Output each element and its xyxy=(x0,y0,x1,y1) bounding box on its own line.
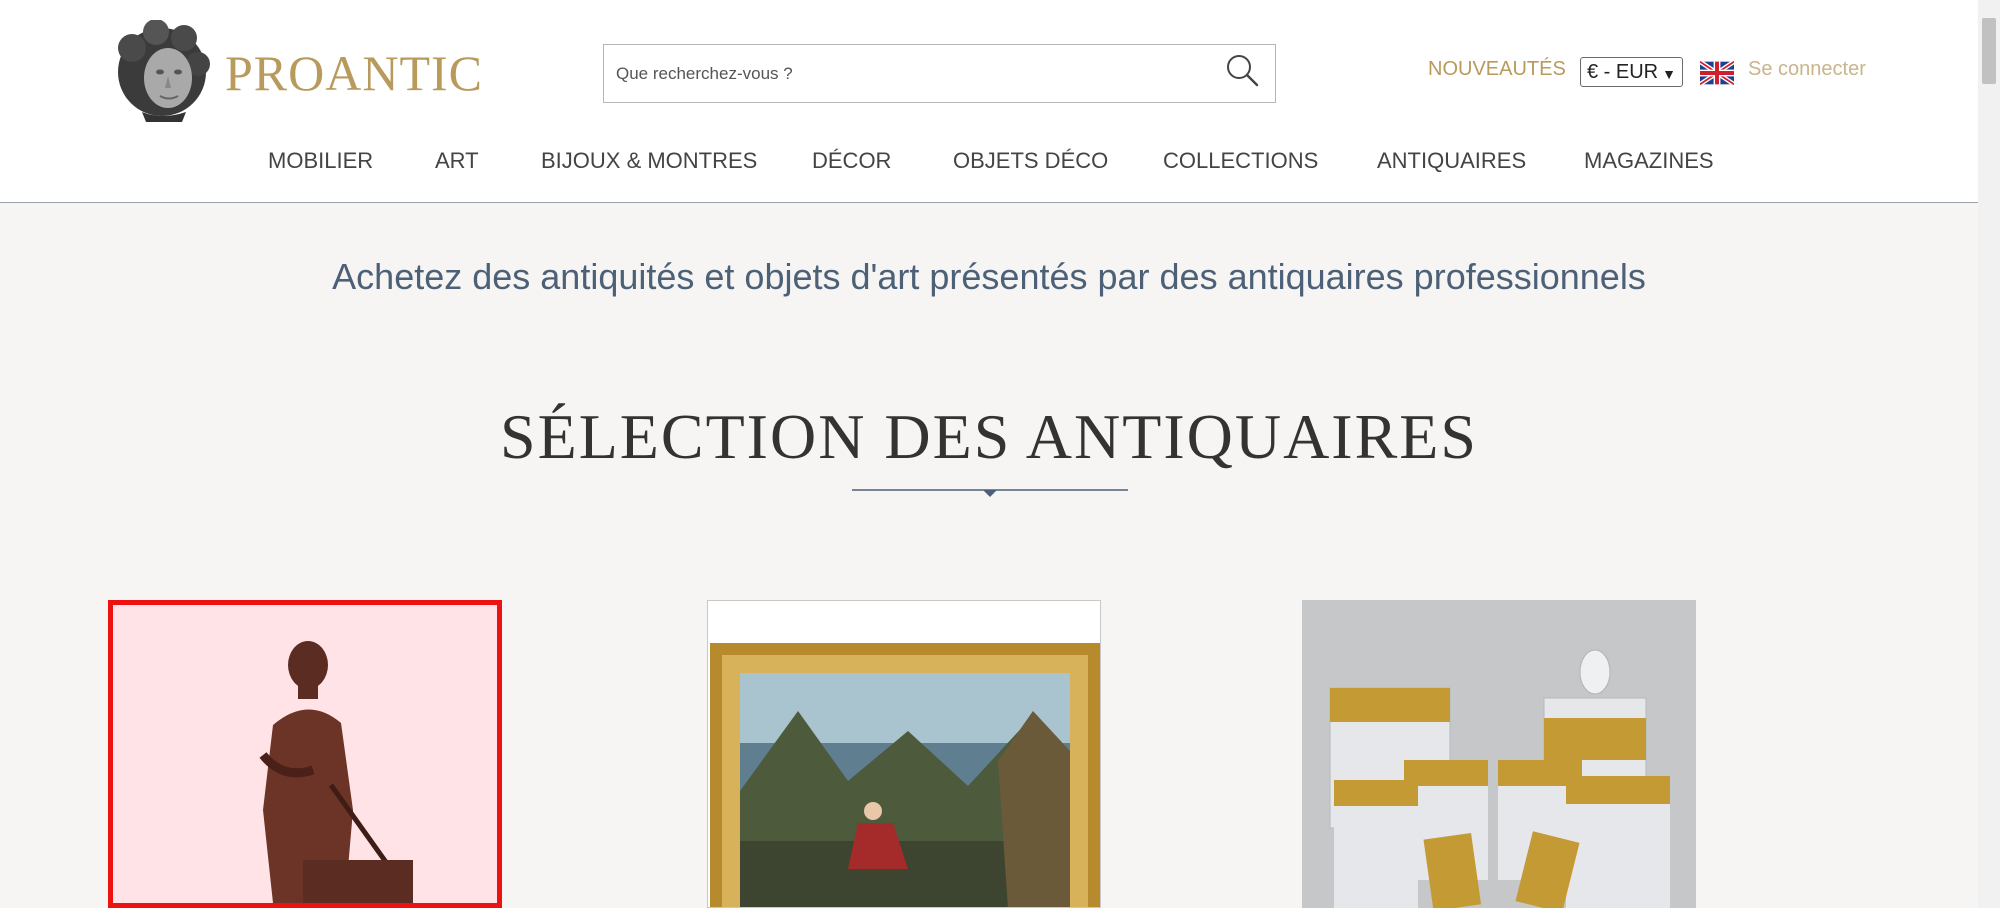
main-nav: MOBILIER ART BIJOUX & MONTRES DÉCOR OBJE… xyxy=(0,148,1978,178)
site-header: PROANTIC NOUVEAUTÉS € - EUR ▼ Se connect… xyxy=(0,0,1978,203)
product-card-crystal[interactable] xyxy=(1302,600,1696,908)
search-box[interactable] xyxy=(603,44,1276,103)
nouveautes-link[interactable]: NOUVEAUTÉS xyxy=(1428,58,1566,81)
nav-item-magazines[interactable]: MAGAZINES xyxy=(1584,148,1714,174)
product-image-painting[interactable] xyxy=(708,601,1100,908)
nav-item-collections[interactable]: COLLECTIONS xyxy=(1163,148,1318,174)
chevron-down-icon: ▼ xyxy=(1662,66,1676,82)
nav-item-bijoux-montres[interactable]: BIJOUX & MONTRES xyxy=(541,148,757,174)
login-link[interactable]: Se connecter xyxy=(1748,58,1866,81)
section-title: SÉLECTION DES ANTIQUAIRES xyxy=(500,401,1478,472)
product-card-painting[interactable] xyxy=(707,600,1101,908)
nav-item-antiquaires[interactable]: ANTIQUAIRES xyxy=(1377,148,1526,174)
logo-head-icon[interactable] xyxy=(112,20,212,122)
uk-flag-icon[interactable] xyxy=(1700,61,1734,85)
search-icon[interactable] xyxy=(1224,52,1260,88)
page-scrollbar[interactable] xyxy=(1978,0,2000,908)
title-divider xyxy=(852,489,1128,497)
currency-selected-value: € - EUR xyxy=(1587,61,1659,83)
product-image-statue[interactable] xyxy=(113,605,497,903)
logo-text[interactable]: PROANTIC xyxy=(225,44,483,102)
nav-item-objets-deco[interactable]: OBJETS DÉCO xyxy=(953,148,1108,174)
search-input[interactable] xyxy=(616,45,1206,102)
product-card-statue[interactable] xyxy=(108,600,502,908)
scrollbar-thumb[interactable] xyxy=(1982,18,1996,84)
tagline: Achetez des antiquités et objets d'art p… xyxy=(332,256,1646,297)
nav-item-mobilier[interactable]: MOBILIER xyxy=(268,148,373,174)
currency-select[interactable]: € - EUR ▼ xyxy=(1580,57,1683,87)
nav-item-decor[interactable]: DÉCOR xyxy=(812,148,891,174)
nav-item-art[interactable]: ART xyxy=(435,148,479,174)
product-image-crystal[interactable] xyxy=(1302,600,1696,908)
